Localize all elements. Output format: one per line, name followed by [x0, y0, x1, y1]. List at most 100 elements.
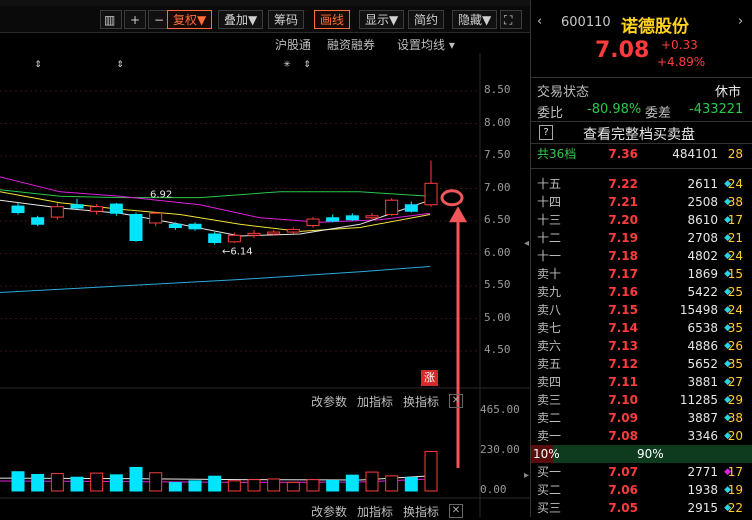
order-marker-icon: ◆	[724, 467, 731, 477]
add-indicator-button-2[interactable]: 加指标	[357, 503, 393, 520]
expand-icon[interactable]: ⛶	[500, 10, 522, 29]
volume-bar	[306, 479, 320, 492]
ask-row: 卖四 7.11 3881 27 ◆	[531, 373, 752, 391]
split-icon[interactable]: ▥	[100, 10, 122, 29]
candle-body	[90, 206, 104, 212]
weibi-value: -80.98%	[587, 102, 642, 117]
ask-volume: 15498	[679, 303, 718, 317]
chips-button[interactable]: 筹码	[268, 10, 305, 29]
ask-volume: 2508	[687, 195, 718, 209]
overlay-dropdown[interactable]: 叠加▼	[218, 10, 264, 29]
divider	[531, 168, 752, 169]
volume-bar	[404, 477, 418, 492]
ma-setting-button[interactable]: 设置均线 ▾	[397, 36, 455, 53]
order-marker-icon: ◆	[724, 287, 731, 297]
ask-row: 卖八 7.15 15498 24 ◆	[531, 301, 752, 319]
candle-body	[227, 234, 241, 243]
zoom-out-icon[interactable]: −	[148, 10, 168, 29]
switch-indicator-button-2[interactable]: 换指标	[403, 503, 439, 520]
ask-row: 十五 7.22 2611 24 ◆	[531, 175, 752, 193]
volume-bar	[247, 479, 261, 492]
help-icon[interactable]: ?	[539, 125, 553, 140]
order-marker-icon: ◆	[724, 323, 731, 333]
ask-level-label: 卖二	[537, 411, 562, 425]
volume-bar	[149, 472, 163, 492]
volume-bar	[267, 478, 281, 492]
ask-volume: 3881	[687, 375, 718, 389]
annotation-arrow-head	[449, 206, 467, 223]
bid-price: 7.05	[608, 501, 638, 515]
margin-trading-button[interactable]: 融资融券	[327, 36, 375, 53]
ask-price: 7.20	[608, 213, 638, 227]
ask-level-label: 卖三	[537, 393, 562, 407]
bid-row: 买一 7.07 2771 17 ◆	[531, 463, 752, 481]
fuquan-dropdown[interactable]: 复权▼	[167, 10, 213, 29]
change-params-button[interactable]: 改参数	[311, 393, 347, 410]
total-levels-price: 7.36	[608, 147, 638, 161]
order-marker-icon: ◆	[724, 395, 731, 405]
bid-row: 买二 7.06 1938 19 ◆	[531, 481, 752, 499]
ask-volume: 5422	[687, 285, 718, 299]
ask-row: 十四 7.21 2508 38 ◆	[531, 193, 752, 211]
ask-level-label: 十三	[537, 213, 562, 227]
hide-dropdown[interactable]: 隐藏▼	[452, 10, 498, 29]
ask-level-label: 卖七	[537, 321, 562, 335]
indicator-subbar: 沪股通 融资融券 设置均线 ▾	[0, 33, 530, 53]
zoom-in-icon[interactable]: +	[124, 10, 146, 29]
add-indicator-button[interactable]: 加指标	[357, 393, 393, 410]
order-marker-icon: ◆	[724, 377, 731, 387]
volume-bar	[188, 480, 202, 492]
ma60-line	[0, 189, 431, 199]
volume-bar	[11, 471, 25, 492]
candle-body	[50, 206, 64, 218]
volume-bar	[365, 471, 379, 492]
ask-row: 卖六 7.13 4886 26 ◆	[531, 337, 752, 355]
volume-bar	[70, 476, 84, 492]
volume-bar	[50, 473, 64, 492]
ask-volume: 2611	[687, 177, 718, 191]
volume-bar	[168, 482, 182, 492]
candle-body	[267, 231, 281, 235]
bid-level-label: 买二	[537, 483, 562, 497]
change-params-button-2[interactable]: 改参数	[311, 503, 347, 520]
ask-price: 7.14	[608, 321, 638, 335]
kline-chart-svg: 6.92 ←6.14 ⇕ ⇕ ✳ ⇕	[0, 53, 530, 517]
volume-bar	[286, 481, 300, 492]
back-icon[interactable]: ‹	[537, 14, 542, 29]
ask-level-label: 卖八	[537, 303, 562, 317]
ask-price: 7.22	[608, 177, 638, 191]
forward-icon[interactable]: ›	[738, 14, 743, 29]
display-dropdown[interactable]: 显示▼	[359, 10, 405, 29]
close-panel-icon[interactable]: ✕	[449, 394, 463, 408]
total-levels-label: 共36档	[537, 147, 577, 161]
ask-level-label: 十四	[537, 195, 562, 209]
bid-volume: 1938	[687, 483, 718, 497]
candle-body	[149, 212, 163, 224]
ask-row: 卖一 7.08 3346 20 ◆	[531, 427, 752, 445]
simple-mode-button[interactable]: 简约	[408, 10, 445, 29]
ask-price: 7.10	[608, 393, 638, 407]
ask-price: 7.15	[608, 303, 638, 317]
buy-ratio-text: 10%	[533, 447, 560, 461]
candle-body	[247, 232, 261, 236]
close-panel-icon-2[interactable]: ✕	[449, 504, 463, 518]
divider	[531, 143, 752, 144]
draw-line-button[interactable]: 画线	[314, 10, 351, 29]
kline-chart-area[interactable]: 6.92 ←6.14 ⇕ ⇕ ✳ ⇕	[0, 53, 530, 520]
candle-body	[286, 228, 300, 233]
order-marker-icon: ◆	[724, 359, 731, 369]
bid-volume: 2771	[687, 465, 718, 479]
divider	[531, 77, 752, 78]
ask-row: 十三 7.20 8610 17 ◆	[531, 211, 752, 229]
bid-price: 7.06	[608, 483, 638, 497]
ask-volume: 1869	[687, 267, 718, 281]
buy-sell-ratio-bar: 10% 90%	[531, 445, 752, 463]
ask-volume: 2708	[687, 231, 718, 245]
ask-level-label: 卖一	[537, 429, 562, 443]
switch-indicator-button[interactable]: 换指标	[403, 393, 439, 410]
event-marker-icon: ⇕	[34, 60, 42, 70]
full-order-book-link[interactable]: 查看完整档买卖盘	[583, 124, 695, 144]
ask-row: 卖二 7.09 3887 38 ◆	[531, 409, 752, 427]
hgt-button[interactable]: 沪股通	[275, 36, 311, 53]
ask-level-label: 卖五	[537, 357, 562, 371]
